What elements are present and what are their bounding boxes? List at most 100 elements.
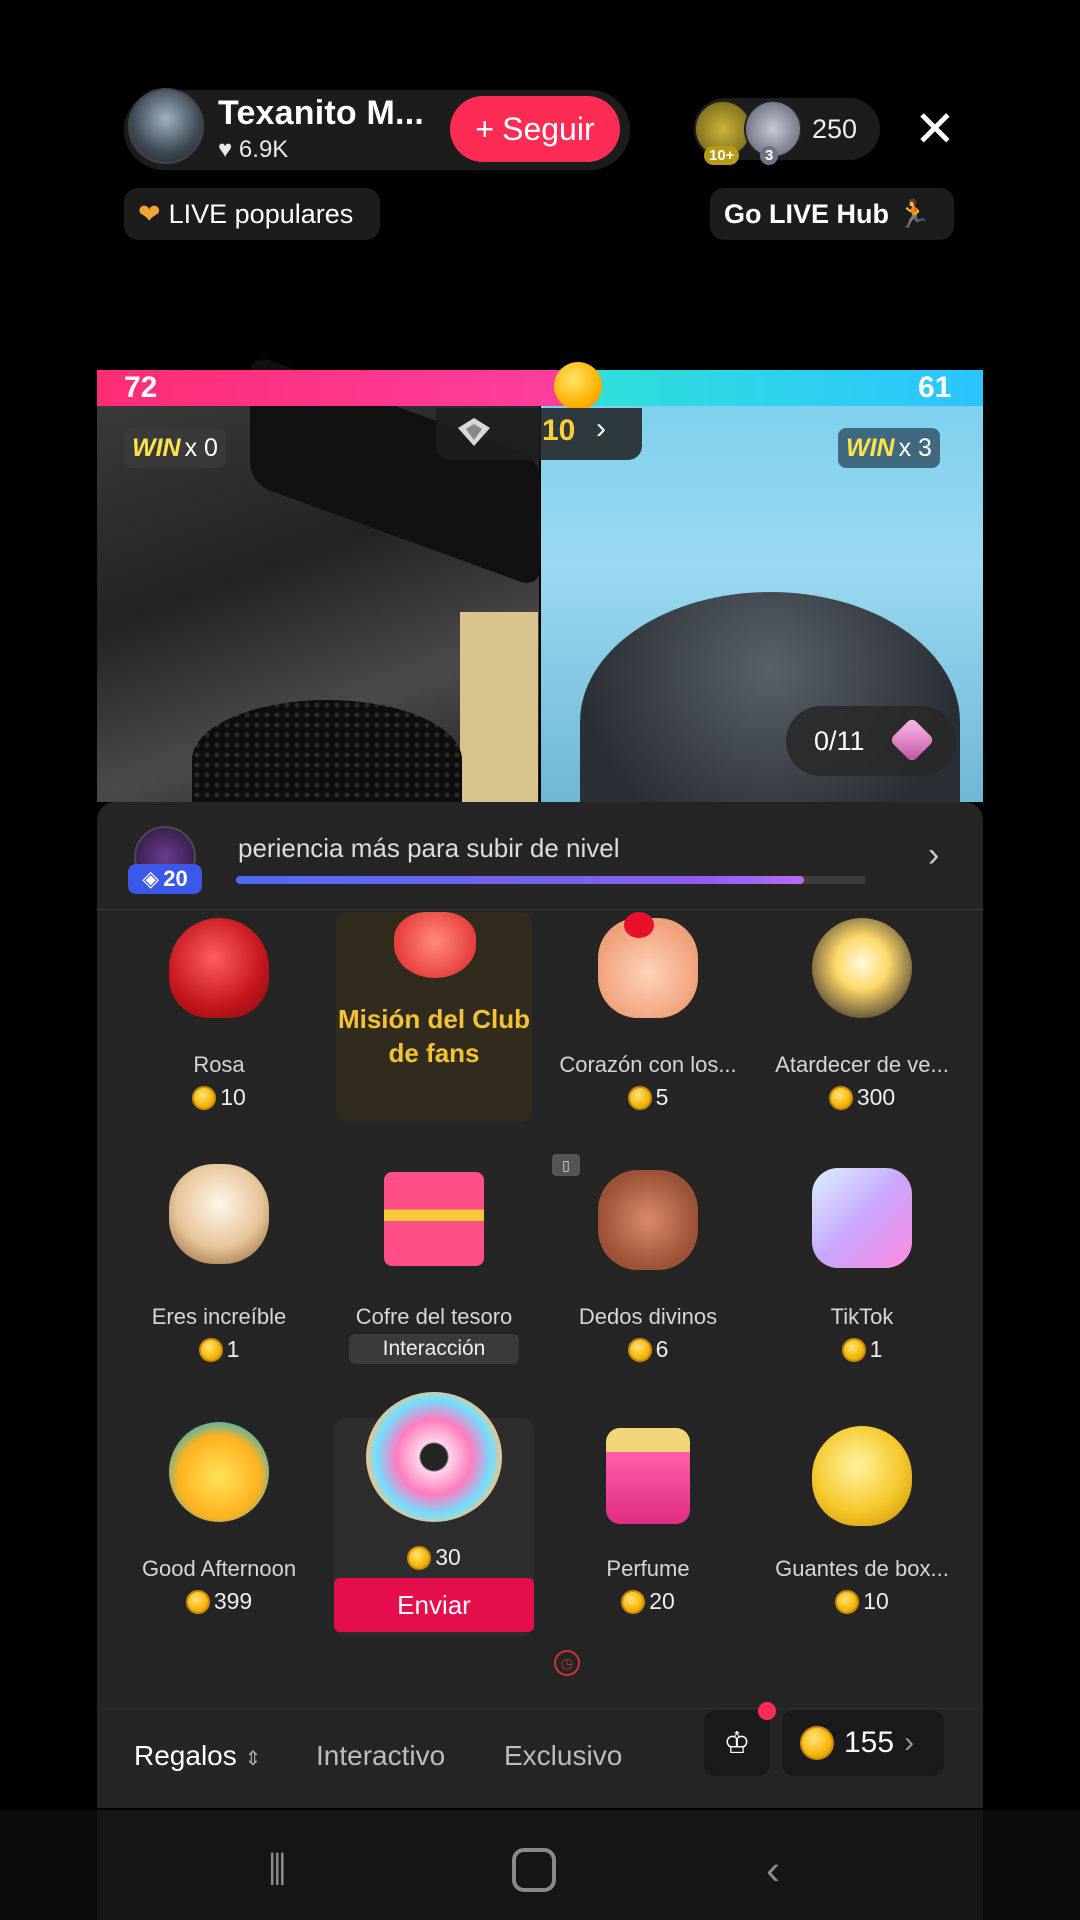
score-left-fill [97,370,585,406]
left-win-streak: WIN x 0 [124,428,226,468]
gift-name: Atardecer de ve... [775,1052,949,1077]
gift-price: 300 [762,1084,962,1111]
gift-price: 20 [548,1588,748,1615]
treasure-chest-icon [384,1172,484,1266]
gift-name: Guantes de box... [775,1556,949,1581]
tiktok-icon [812,1168,912,1268]
right-win-streak: WIN x 3 [838,428,940,468]
recent-apps-icon[interactable]: ⦀ [268,1846,286,1895]
perfume-icon [606,1428,690,1524]
popular-live-chip[interactable]: ❤ LIVE populares [124,188,380,240]
close-icon[interactable]: ✕ [914,104,956,154]
score-left: 72 [124,371,158,404]
level-badge: ◈ 20 [128,864,202,894]
gem-icon: ◈ [142,866,160,891]
sunset-icon [812,918,912,1018]
gift-price: 1 [762,1336,962,1363]
viewer-count[interactable]: 250 [812,114,857,145]
level-number: 20 [163,866,188,891]
diamond-icon [458,418,490,446]
battle-score-bar [97,370,983,406]
gift-price-value: 6 [655,1336,669,1362]
gift-name: TikTok [830,1304,894,1329]
sort-icon: ⇕ [244,1748,262,1770]
home-icon[interactable] [512,1848,556,1892]
crown-button[interactable]: ♔ [704,1710,770,1776]
heart-mascot-icon [394,912,476,978]
cat-icon [169,1164,269,1264]
go-live-hub-label: Go LIVE Hub [724,198,889,229]
score-right: 61 [918,371,952,404]
hands-icon [598,1170,698,1270]
host-name[interactable]: Texanito M... [218,94,424,133]
tab-interactivo[interactable]: Interactivo [316,1740,445,1772]
gift-name: Perfume [606,1556,690,1581]
kiss-emoji-icon [554,362,602,410]
back-icon[interactable]: ‹ [766,1846,780,1894]
level-progress-fill [236,876,804,884]
gift-name: Good Afternoon [141,1556,297,1581]
coin-balance-button[interactable]: 155 › [782,1710,944,1776]
win-label: WIN [846,433,895,462]
chevron-right-icon: › [596,412,606,445]
gift-price-value: 30 [435,1544,461,1570]
level-message: periencia más para subir de nivel [238,833,620,863]
boxing-glove-icon [812,1426,912,1526]
coin-icon [185,1589,210,1614]
timer-icon: ◷ [554,1650,580,1676]
video-content [460,612,538,802]
heart-icon [624,912,654,938]
send-button[interactable]: Enviar [334,1578,534,1632]
gift-price-value: 399 [213,1588,253,1614]
live-screen: Texanito M... ♥ 6.9K + Seguir 10+ 3 250 ✕… [0,0,1080,1920]
fan-club-mission-label: Misión del Club de fans [337,1004,531,1068]
coin-balance: 155 [844,1726,895,1759]
goal-progress: 0/11 [814,725,865,756]
coin-icon [841,1337,866,1362]
win-count: x 3 [898,433,932,462]
rose-icon [169,918,269,1018]
gift-price: 5 [548,1084,748,1111]
heart-icon: ♥ [218,136,233,163]
coin-icon [407,1545,432,1570]
gift-price-value: 20 [649,1588,675,1614]
runner-icon: 🏃 [897,199,931,229]
interaction-tag: Interacción [349,1334,519,1364]
gift-name: Corazón con los... [559,1052,737,1077]
coin-icon [835,1589,860,1614]
coin-icon [192,1085,217,1110]
boost-value: 10 [542,414,576,447]
gift-price: 10 [119,1084,319,1111]
gift-price: 10 [762,1588,962,1615]
gift-price: 1 [119,1336,319,1363]
gift-name: Dedos divinos [578,1304,718,1329]
coin-icon [198,1337,223,1362]
coin-icon [627,1085,652,1110]
tab-exclusivo[interactable]: Exclusivo [504,1740,622,1772]
chevron-right-icon: › [904,1726,915,1759]
plus-icon: + [475,110,495,147]
chevron-right-icon[interactable]: › [928,836,939,875]
gift-price-value: 10 [863,1588,889,1614]
broken-heart-icon: ❤ [138,198,161,229]
viewer-rank-badge: 3 [760,146,779,165]
effect-preview-icon: ▯ [552,1154,580,1176]
tab-label: Regalos [134,1740,237,1771]
follow-label: Seguir [502,110,595,147]
gift-price: 6 [548,1336,748,1363]
gift-price: 30 [334,1544,534,1571]
gift-name: Rosa [193,1052,245,1077]
follow-button[interactable]: + Seguir [450,96,620,162]
gift-price: 399 [119,1588,319,1615]
popular-live-label: LIVE populares [168,198,354,229]
gift-price-value: 5 [655,1084,669,1110]
tab-regalos[interactable]: Regalos ⇕ [134,1740,261,1772]
gift-price-value: 300 [856,1084,896,1110]
coin-icon [621,1589,646,1614]
viewer-rank-badge: 10+ [704,146,740,165]
coin-icon [800,1726,834,1760]
crown-icon: ♔ [723,1726,751,1760]
go-live-hub-chip[interactable]: Go LIVE Hub 🏃 [710,188,954,240]
coin-icon [828,1085,853,1110]
host-avatar[interactable] [128,88,204,164]
